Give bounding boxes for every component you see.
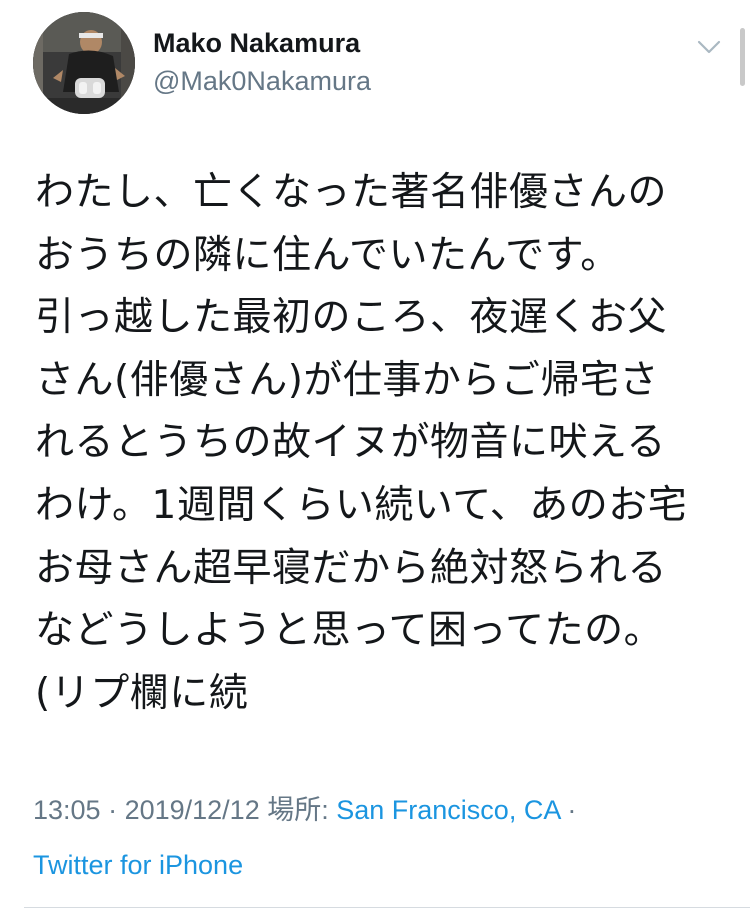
- divider: [24, 907, 750, 908]
- meta-separator: ·: [100, 795, 125, 825]
- location-label: 場所:: [267, 795, 337, 825]
- tweet-text: わたし、亡くなった著名俳優さんの おうちの隣に住んでいたんです。 引っ越した最初…: [35, 162, 735, 725]
- author-display-name[interactable]: Mako Nakamura: [153, 26, 360, 60]
- author-handle[interactable]: @Mak0Nakamura: [153, 64, 371, 98]
- location-link[interactable]: San Francisco, CA: [336, 795, 560, 825]
- tweet-text-line: れるとうちの故イヌが物音に吠える: [35, 420, 666, 466]
- tweet-meta: 13:05 · 2019/12/12 場所: San Francisco, CA…: [33, 790, 576, 830]
- chevron-down-icon[interactable]: [692, 30, 726, 64]
- tweet-text-line: 引っ越した最初のころ、夜遅くお父: [35, 295, 668, 341]
- tweet-date: 2019/12/12: [124, 795, 260, 825]
- tweet-time: 13:05: [33, 795, 101, 825]
- avatar[interactable]: [33, 12, 135, 114]
- tweet-text-line: (リプ欄に続: [35, 670, 249, 716]
- avatar-image: [33, 12, 135, 114]
- tweet-text-line: わたし、亡くなった著名俳優さんの: [35, 170, 668, 215]
- tweet-text-line: お母さん超早寝だから絶対怒られる: [35, 545, 668, 591]
- tweet-text-line: などうしようと思って困ってたの。: [35, 608, 664, 654]
- source-link[interactable]: Twitter for iPhone: [33, 845, 243, 885]
- tweet-text-line: さん(俳優さん)が仕事からご帰宅さ: [35, 357, 659, 403]
- meta-separator-trailing: ·: [559, 795, 577, 825]
- tweet-text-line: おうちの隣に住んでいたんです。: [35, 232, 620, 278]
- tweet: Mako Nakamura @Mak0Nakamura わたし、亡くなった著名俳…: [0, 0, 750, 912]
- tweet-text-line: わけ。1週間くらい続いて、あのお宅: [35, 482, 688, 528]
- scroll-indicator: [740, 28, 745, 86]
